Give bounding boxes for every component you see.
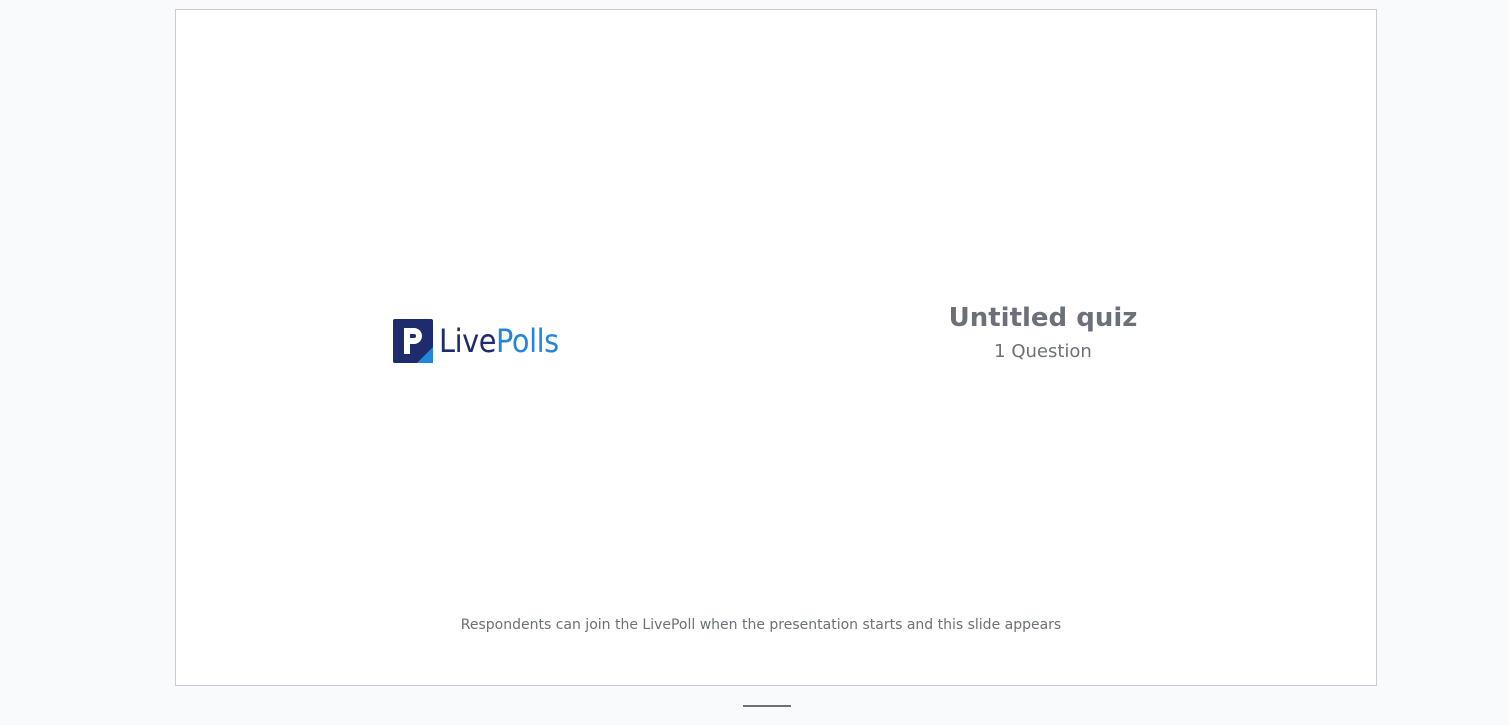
quiz-title: Untitled quiz (948, 303, 1138, 333)
question-count: 1 Question (994, 341, 1092, 362)
logo-text-live: Live (439, 322, 497, 360)
quiz-info: Untitled quiz 1 Question (843, 300, 1243, 364)
title-slide: LivePolls Untitled quiz 1 Question Respo… (175, 9, 1377, 686)
logo-text-polls: Polls (496, 322, 559, 360)
livepolls-wordmark: LivePolls (439, 319, 559, 363)
presentation-stage: LivePolls Untitled quiz 1 Question Respo… (0, 0, 1509, 725)
livepolls-logo-icon (393, 319, 433, 363)
livepolls-logo: LivePolls (393, 319, 572, 363)
slide-indicator-bar[interactable] (743, 705, 791, 707)
join-note: Respondents can join the LivePoll when t… (460, 617, 1062, 633)
